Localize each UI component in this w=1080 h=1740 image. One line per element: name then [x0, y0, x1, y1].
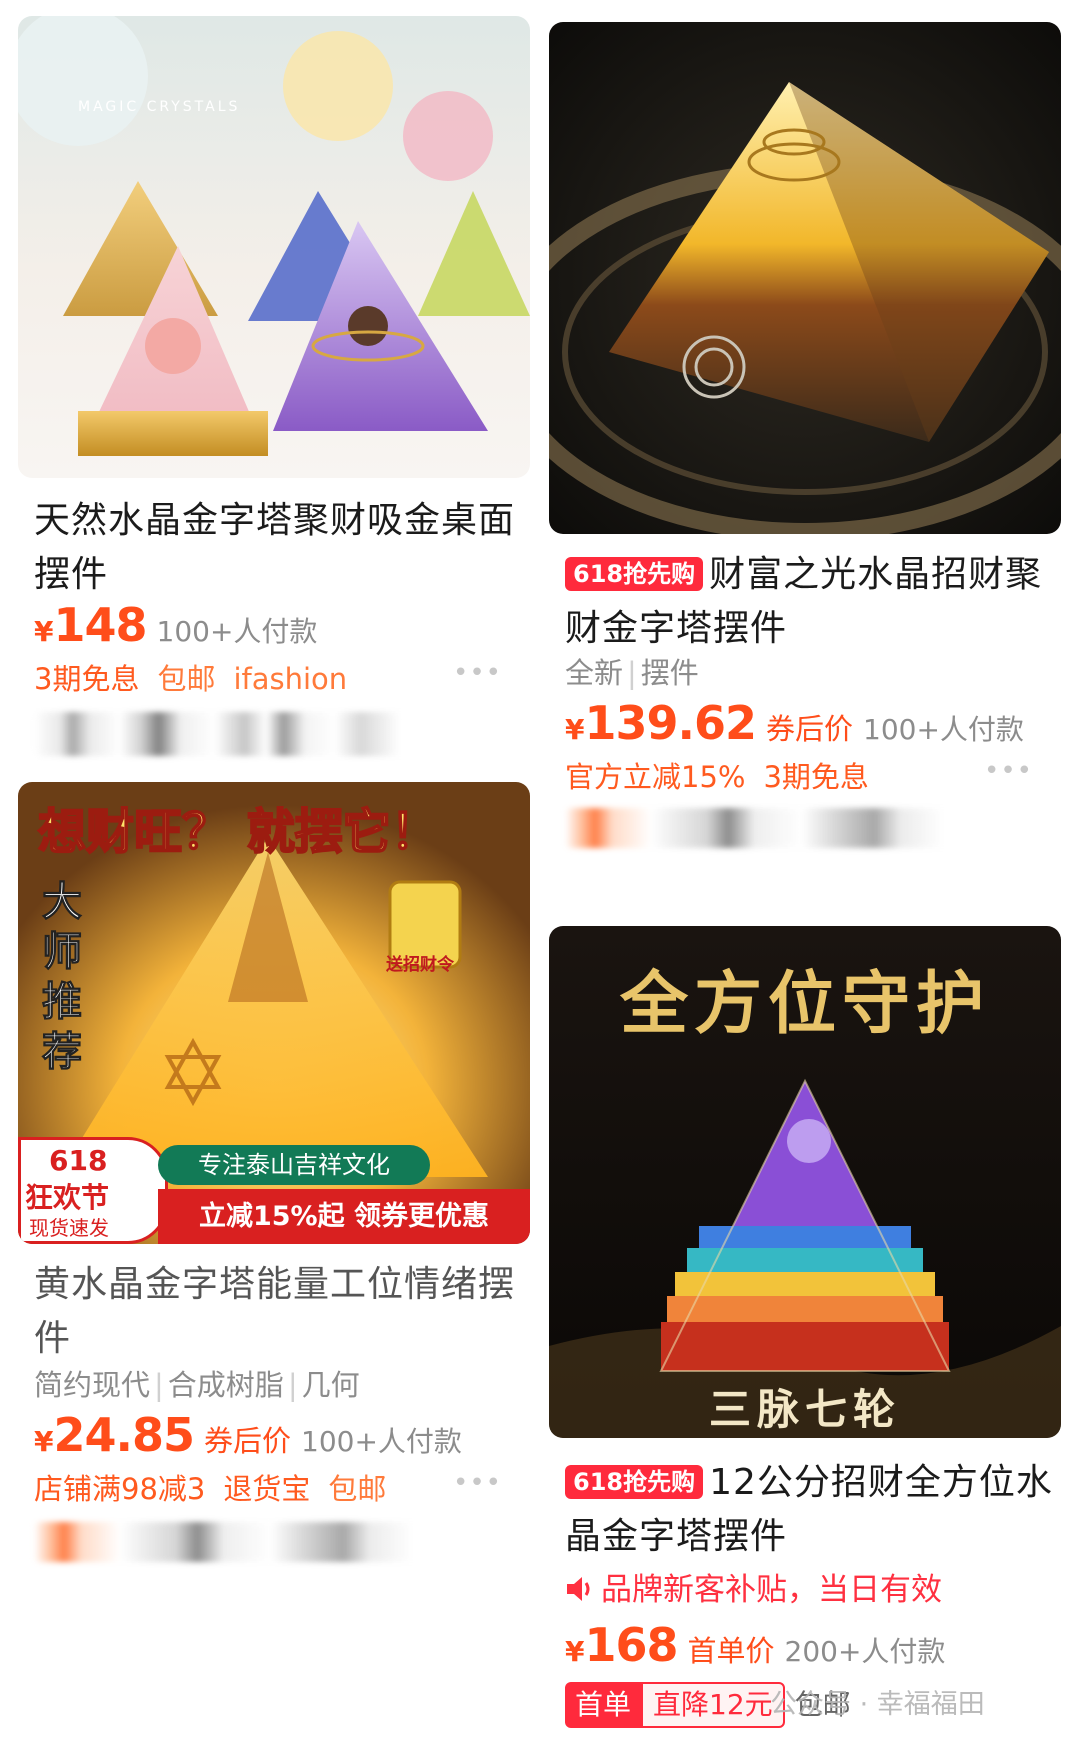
blurred-shop-info	[565, 808, 995, 848]
crystal-pyramids-photo: MAGIC CRYSTALS	[18, 16, 530, 478]
image-headline: 全方位守护	[619, 965, 990, 1044]
price-row-1: ¥148 100+人付款	[34, 598, 534, 652]
image-promo-banner: 618 狂欢节 现货速发 专注泰山吉祥文化 立减15%起 领券更优惠	[18, 1137, 530, 1244]
more-options-icon[interactable]: •••	[984, 756, 1033, 786]
price-row-4: ¥168 首单价 200+人付款	[565, 1618, 1065, 1672]
product-title-3[interactable]: 黄水晶金字塔能量工位情绪摆件	[34, 1258, 524, 1366]
benefit-installment: 3期免息	[763, 760, 869, 794]
price-note: 券后价	[204, 1424, 292, 1458]
benefit-installment: 3期免息	[34, 662, 140, 696]
product-title-1[interactable]: 天然水晶金字塔聚财吸金桌面摆件	[34, 494, 524, 602]
subsidy-notice: 品牌新客补贴，当日有效	[565, 1564, 942, 1609]
tag: 摆件	[640, 656, 699, 690]
notice-text: 品牌新客补贴，当日有效	[601, 1572, 942, 1608]
more-options-icon[interactable]: •••	[453, 1468, 502, 1498]
benefit-free-shipping: 包邮	[328, 1472, 387, 1506]
benefit-return-insurance: 退货宝	[223, 1472, 311, 1506]
image-headline: 想财旺？ 就摆它！	[37, 803, 440, 861]
sold-count: 100+人付款	[301, 1425, 462, 1458]
speaker-icon	[567, 1577, 590, 1601]
tag: 简约现代	[34, 1368, 151, 1402]
sold-count: 100+人付款	[156, 615, 318, 648]
price: 24.85	[53, 1408, 195, 1462]
benefit-discount: 官方立减15%	[565, 760, 746, 794]
benefits-row-3: 店铺满98减3 退货宝 包邮 •••	[34, 1466, 534, 1508]
watermark-text: 公众号 · 幸福福田	[770, 1689, 985, 1720]
badge-festival-text: 狂欢节	[25, 1181, 110, 1214]
promo-badge-618: 618抢先购	[565, 1465, 704, 1499]
banner-top-text: 专注泰山吉祥文化	[158, 1145, 430, 1185]
product-image-4[interactable]: 全方位守护 三脉七轮	[549, 926, 1061, 1438]
blurred-shop-info	[34, 712, 464, 756]
more-options-icon[interactable]: •••	[453, 658, 502, 688]
price: 139.62	[584, 696, 757, 750]
tag: 合成树脂	[167, 1368, 284, 1402]
golden-pyramid-photo	[549, 22, 1061, 534]
tag: 全新	[565, 656, 624, 690]
price: 148	[53, 598, 147, 652]
currency-symbol: ¥	[34, 615, 54, 648]
first-order-tag: 首单	[565, 1682, 642, 1728]
tag: 几何	[301, 1368, 360, 1402]
price-row-3: ¥24.85 券后价 100+人付款	[34, 1408, 534, 1462]
image-watermark-text: MAGIC CRYSTALS	[78, 99, 240, 115]
benefits-row-2: 官方立减15% 3期免息 •••	[565, 754, 1065, 796]
benefits-row-1: 3期免息 包邮 ifashion •••	[34, 656, 534, 698]
badge-618-text: 618	[49, 1144, 108, 1177]
currency-symbol: ¥	[34, 1425, 54, 1458]
product-image-3[interactable]: 想财旺？ 就摆它！ 大师推荐 送招财令 618 狂欢节 现货速发 专注泰山吉祥文…	[18, 782, 530, 1244]
image-amulet-text: 送招财令	[386, 955, 454, 975]
product-image-2[interactable]	[549, 22, 1061, 534]
product-title-2[interactable]: 618抢先购 财富之光水晶招财聚财金字塔摆件	[565, 548, 1055, 656]
price-note: 券后价	[766, 712, 854, 746]
benefit-shop-discount: 店铺满98减3	[34, 1472, 206, 1506]
currency-symbol: ¥	[565, 1635, 585, 1668]
first-order-value: 直降12元	[641, 1682, 785, 1728]
image-footer-text: 三脉七轮	[708, 1385, 901, 1434]
banner-bottom-text: 立减15%起 领券更优惠	[158, 1189, 530, 1244]
promo-badge-618: 618抢先购	[565, 557, 704, 591]
festival-badge: 618 狂欢节 现货速发	[18, 1137, 168, 1244]
currency-symbol: ¥	[565, 713, 585, 746]
blurred-shop-info	[34, 1522, 464, 1562]
benefit-free-shipping: 包邮	[157, 662, 216, 696]
sold-count: 200+人付款	[784, 1635, 946, 1668]
badge-ship-text: 现货速发	[29, 1216, 109, 1240]
price-row-2: ¥139.62 券后价 100+人付款	[565, 696, 1065, 750]
product-title-4[interactable]: 618抢先购 12公分招财全方位水晶金字塔摆件	[565, 1456, 1055, 1564]
price-note: 首单价	[687, 1634, 775, 1668]
benefit-brand: ifashion	[233, 662, 348, 696]
tags-row-3: 简约现代 | 合成树脂 | 几何	[34, 1368, 360, 1402]
price: 168	[584, 1618, 678, 1672]
tags-row-2: 全新 | 摆件	[565, 656, 699, 690]
image-side-text: 大师推荐	[42, 879, 83, 1076]
product-image-1[interactable]: MAGIC CRYSTALS	[18, 16, 530, 478]
sold-count: 100+人付款	[863, 713, 1024, 746]
